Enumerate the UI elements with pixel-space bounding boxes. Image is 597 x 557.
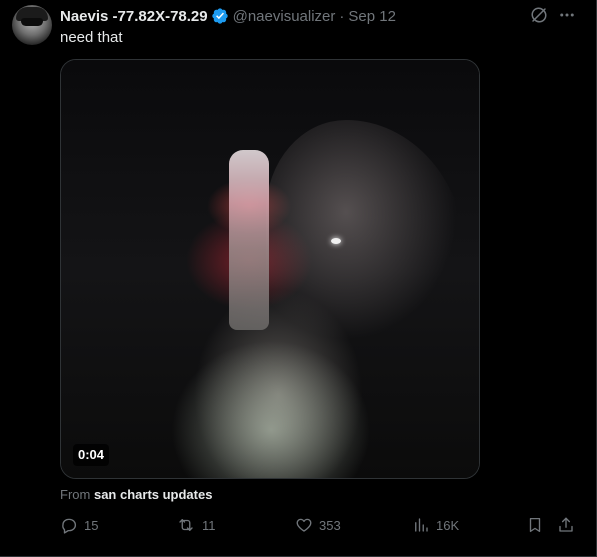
- grok-icon[interactable]: [530, 6, 548, 24]
- like-count: 353: [319, 517, 341, 533]
- like-button[interactable]: 353: [295, 513, 341, 537]
- action-bar: 15 11 353 16K: [60, 513, 580, 537]
- reply-count: 15: [84, 517, 99, 533]
- tweet-text: need that: [60, 29, 123, 46]
- source-prefix: From: [60, 487, 91, 502]
- views-count: 16K: [436, 517, 460, 533]
- more-icon[interactable]: [558, 6, 576, 24]
- reply-icon: [60, 516, 78, 534]
- bookmark-button[interactable]: [526, 513, 544, 537]
- top-right-actions: [530, 6, 576, 24]
- video-light-spot: [331, 238, 341, 244]
- reply-button[interactable]: 15: [60, 513, 98, 537]
- user-handle[interactable]: @naevisualizer: [233, 8, 336, 25]
- tweet-header: Naevis -77.82X-78.29 @naevisualizer · Se…: [60, 6, 396, 26]
- views-button[interactable]: 16K: [412, 513, 459, 537]
- share-button[interactable]: [557, 513, 575, 537]
- separator-dot: ·: [339, 7, 345, 25]
- tweet-date[interactable]: Sep 12: [348, 8, 396, 25]
- video-source-attribution: From san charts updates: [60, 487, 212, 502]
- video-duration-badge: 0:04: [73, 444, 110, 466]
- repost-icon: [176, 516, 196, 534]
- share-icon: [557, 516, 575, 534]
- video-torso-shape: [171, 340, 371, 478]
- avatar-mask: [21, 18, 43, 26]
- source-account-link[interactable]: san charts updates: [94, 487, 213, 502]
- repost-button[interactable]: 11: [176, 513, 216, 537]
- video-bottle-shape: [229, 150, 269, 330]
- bookmark-icon: [526, 516, 544, 534]
- video-player[interactable]: 0:04: [60, 59, 480, 479]
- views-icon: [412, 516, 430, 534]
- like-icon: [295, 516, 313, 534]
- display-name[interactable]: Naevis -77.82X-78.29: [60, 8, 208, 25]
- repost-count: 11: [202, 517, 216, 533]
- avatar[interactable]: [12, 5, 52, 45]
- verified-badge-icon[interactable]: [211, 7, 229, 25]
- tweet: Naevis -77.82X-78.29 @naevisualizer · Se…: [0, 0, 597, 557]
